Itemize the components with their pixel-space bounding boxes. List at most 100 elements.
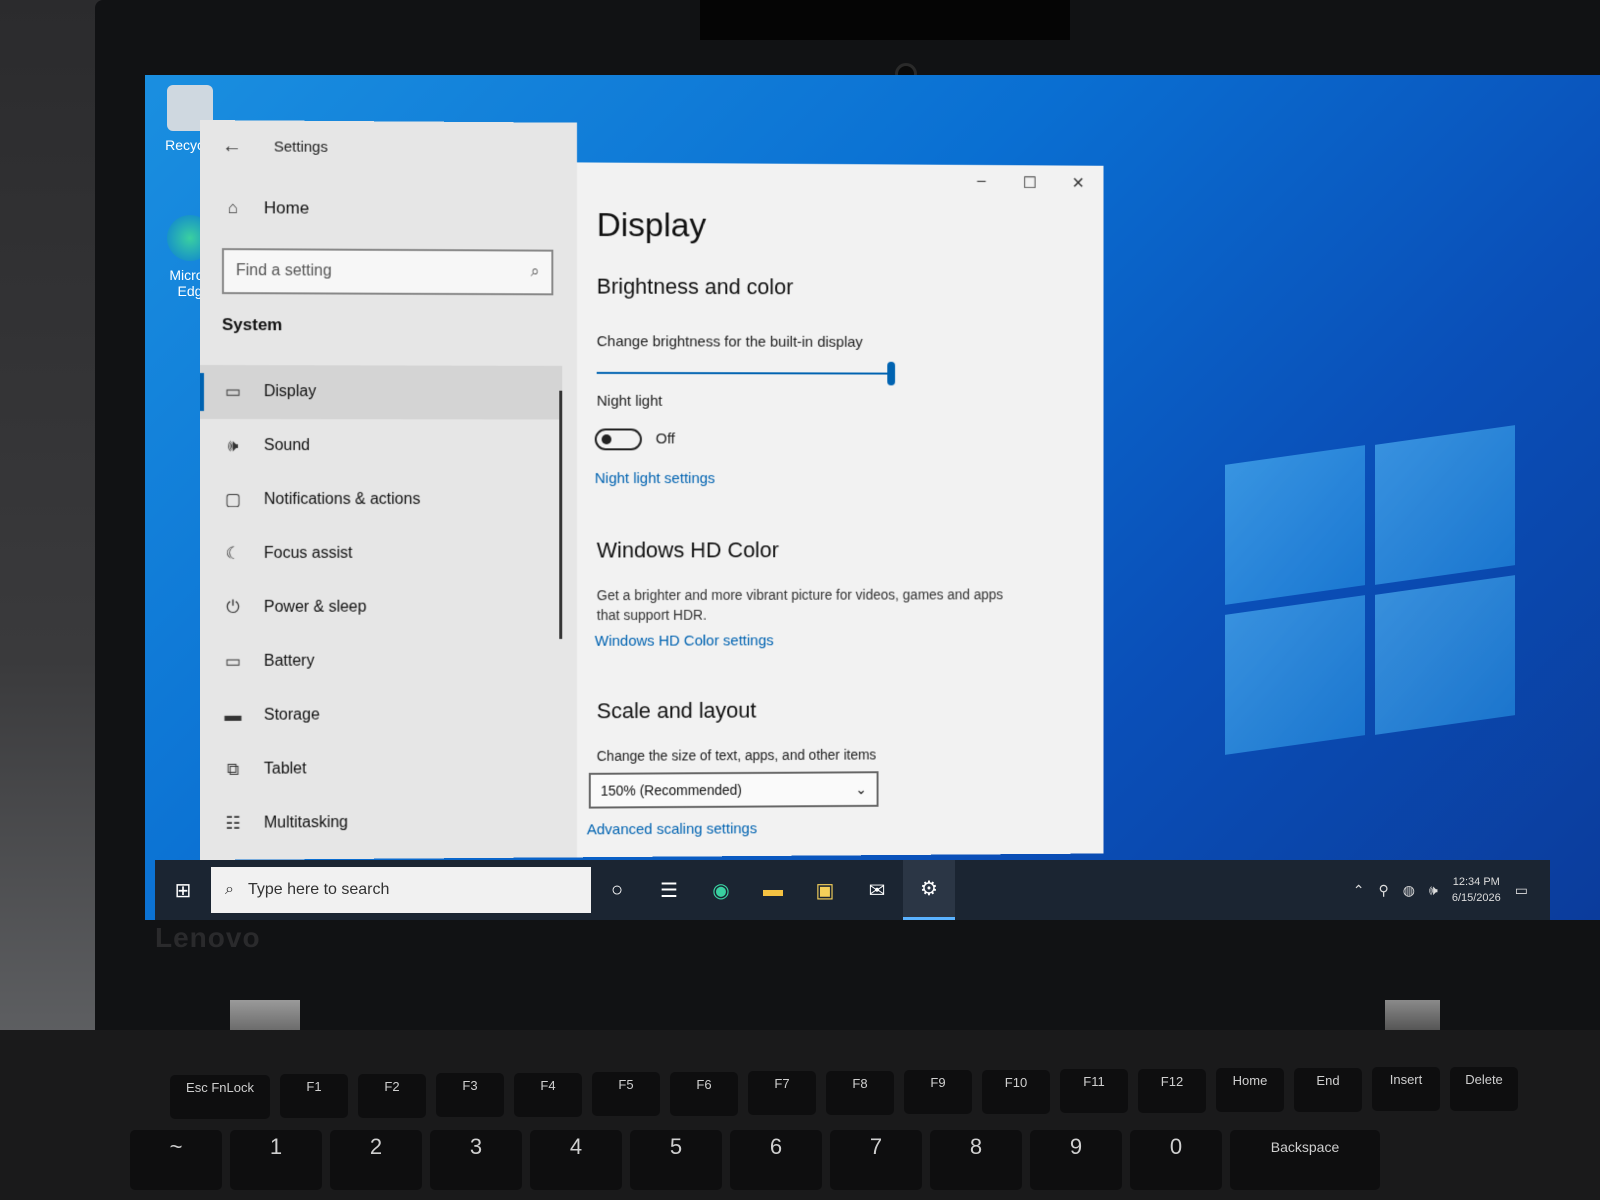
nav-item-sound[interactable]: 🕪 Sound [200,419,562,473]
window-title: Settings [273,138,328,156]
hd-color-desc-1: Get a brighter and more vibrant picture … [596,586,1004,604]
minimize-icon[interactable]: – [970,173,993,193]
key-number[interactable]: 2 [330,1130,422,1190]
key-number[interactable]: ~ [130,1130,222,1190]
key-fn[interactable]: Esc FnLock [170,1075,270,1119]
find-setting-input[interactable] [235,262,495,282]
night-light-label: Night light [596,392,663,410]
clock[interactable]: 12:34 PM 6/15/2026 [1452,874,1501,906]
key-fn[interactable]: F11 [1060,1069,1128,1113]
night-light-toggle[interactable] [594,428,642,451]
key-fn[interactable]: F2 [358,1074,426,1118]
nav-item-label: Storage [263,706,320,724]
key-fn[interactable]: F4 [514,1073,582,1117]
nav-item-display[interactable]: ▭ Display [200,365,563,420]
maximize-icon[interactable]: ☐ [1018,173,1041,193]
key-fn[interactable]: F5 [592,1072,660,1116]
key-fn[interactable]: F8 [826,1071,894,1115]
brightness-label: Change brightness for the built-in displ… [596,333,863,351]
search-icon: ⌕ [530,263,540,281]
nav-item-power-sleep[interactable]: ⏻ Power & sleep [200,580,562,635]
key-fn[interactable]: F1 [280,1074,348,1118]
key-number[interactable]: 0 [1130,1130,1222,1190]
cortana-icon[interactable]: ○ [591,860,643,920]
action-center-icon[interactable]: ▭ [1515,882,1528,899]
sidebar-scrollbar[interactable] [559,390,563,639]
battery-icon: ▭ [224,651,241,671]
key-fn[interactable]: End [1294,1068,1362,1112]
key-fn[interactable]: F12 [1138,1069,1206,1113]
search-icon: ⌕ [225,881,234,898]
notification-icon: ▢ [224,490,241,509]
brightness-heading: Brightness and color [596,273,794,300]
volume-icon[interactable]: 🕪 [1429,882,1438,899]
network-icon[interactable]: ⚲ [1379,882,1389,899]
title-bar: ← Settings [222,134,328,159]
nav-item-label: Battery [263,652,315,670]
taskbar-search-placeholder: Type here to search [247,881,390,898]
globe-icon[interactable]: ◍ [1403,882,1415,899]
key-fn[interactable]: Delete [1450,1067,1518,1111]
windows-logo-wallpaper [1225,425,1525,755]
edge-icon[interactable]: ◉ [695,860,747,920]
key-number[interactable]: Backspace [1230,1130,1380,1190]
hd-color-desc-2: that support HDR. [596,606,707,623]
scale-value: 150% (Recommended) [600,781,742,799]
nav-home[interactable]: ⌂ Home [222,198,309,218]
storage-icon: ▬ [224,705,242,725]
settings-gear-icon[interactable]: ⚙ [903,860,955,920]
nav-item-battery[interactable]: ▭ Battery [200,634,562,689]
brightness-slider-thumb[interactable] [887,361,896,386]
key-number[interactable]: 6 [730,1130,822,1190]
section-label: System [221,315,283,335]
store-icon[interactable]: ▣ [799,860,851,920]
key-number[interactable]: 9 [1030,1130,1122,1190]
nav-item-notifications[interactable]: ▢ Notifications & actions [200,473,562,527]
laptop-brand-logo: Lenovo [155,922,261,953]
key-fn[interactable]: F9 [904,1070,972,1114]
taskbar-search[interactable]: ⌕ Type here to search [211,867,591,913]
settings-sidebar: ← Settings ⌂ Home ⌕ System ▭ Display 🕪 S… [200,120,577,860]
start-button[interactable]: ⊞ [155,860,211,920]
nav-item-focus-assist[interactable]: ☾ Focus assist [200,527,562,581]
close-icon[interactable]: ✕ [1067,173,1090,193]
nav-home-label: Home [263,198,310,218]
key-fn[interactable]: F6 [670,1072,738,1116]
key-number[interactable]: 4 [530,1130,622,1190]
settings-window: ← Settings ⌂ Home ⌕ System ▭ Display 🕪 S… [200,120,1104,860]
brightness-slider[interactable] [596,361,896,386]
nav-item-storage[interactable]: ▬ Storage [200,688,562,743]
key-fn[interactable]: Home [1216,1068,1284,1112]
nav-item-tablet[interactable]: ⧉ Tablet [200,741,562,797]
key-fn[interactable]: Insert [1372,1067,1440,1111]
tablet-icon: ⧉ [226,759,240,779]
window-controls: – ☐ ✕ [970,173,1090,193]
advanced-scaling-link[interactable]: Advanced scaling settings [587,820,757,838]
system-nav: ▭ Display 🕪 Sound ▢ Notifications & acti… [200,365,563,851]
nav-item-multitasking[interactable]: ☷ Multitasking [200,795,562,851]
display-page: – ☐ ✕ Display Brightness and color Chang… [576,162,1104,858]
clock-date: 6/15/2026 [1451,892,1501,904]
taskbar: ⊞ ⌕ Type here to search ○ ☰ ◉ ▬ ▣ ✉ ⚙ ⌃ … [155,860,1550,920]
key-number[interactable]: 5 [630,1130,722,1190]
nav-item-label: Power & sleep [263,598,367,616]
key-number[interactable]: 7 [830,1130,922,1190]
scale-dropdown[interactable]: 150% (Recommended) ⌄ [588,771,879,809]
task-view-icon[interactable]: ☰ [643,860,695,920]
scale-label: Change the size of text, apps, and other… [596,746,877,764]
key-number[interactable]: 8 [930,1130,1022,1190]
key-fn[interactable]: F3 [436,1073,504,1117]
hd-color-settings-link[interactable]: Windows HD Color settings [595,632,774,649]
key-fn[interactable]: F7 [748,1071,816,1115]
key-fn[interactable]: F10 [982,1070,1050,1114]
chevron-up-icon[interactable]: ⌃ [1353,882,1365,899]
file-explorer-icon[interactable]: ▬ [747,860,799,920]
key-number[interactable]: 3 [430,1130,522,1190]
mail-icon[interactable]: ✉ [851,860,903,920]
find-setting-box[interactable]: ⌕ [221,248,554,296]
clock-time: 12:34 PM [1452,876,1500,888]
back-arrow-icon[interactable]: ← [222,134,246,158]
key-number[interactable]: 1 [230,1130,322,1190]
hd-color-heading: Windows HD Color [596,537,779,563]
night-light-settings-link[interactable]: Night light settings [595,470,715,487]
